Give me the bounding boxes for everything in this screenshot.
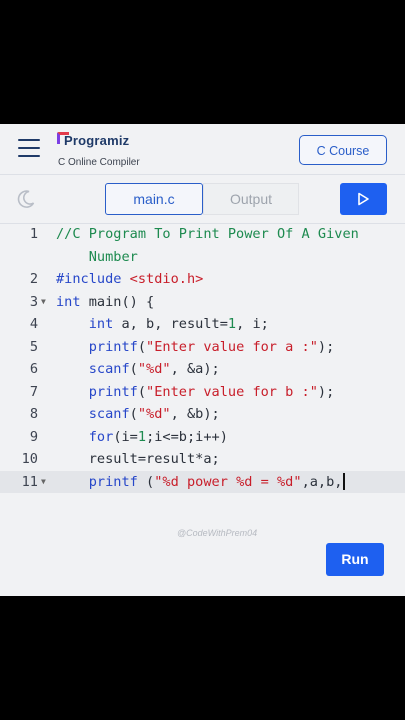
code-line[interactable]: 10 result=result*a; [0,448,405,471]
code-token: ( [137,383,147,400]
compiler-screen: Programiz C Online Compiler C Course mai… [0,124,405,596]
play-icon [358,192,369,206]
code-token: 1 [227,316,237,332]
code-text: printf ("%d power %d = %d",a,b, [56,471,345,494]
code-text: int a, b, result=1, i; [56,313,269,336]
code-token: ;i<=b;i++) [146,428,228,445]
code-text: printf("Enter value for a :"); [56,336,335,359]
code-text: Number [56,246,138,269]
code-token: int [88,316,114,332]
code-token: "%d" [137,361,171,377]
code-text: #include <stdio.h> [56,268,203,291]
code-token: ( [129,406,138,422]
line-number: 7 [29,383,38,400]
code-line[interactable]: 2 #include <stdio.h> [0,268,405,291]
code-text: for(i=1;i<=b;i++) [56,426,228,449]
app-header: Programiz C Online Compiler C Course [0,124,405,174]
line-number: 1 [29,226,38,242]
code-token: "Enter value for a :" [146,338,318,355]
text-cursor [343,473,345,490]
code-line[interactable]: 5 printf("Enter value for a :"); [0,336,405,359]
code-token: a, b, result= [113,316,228,332]
fold-arrow-icon[interactable]: ▼ [41,471,46,494]
line-number: 8 [29,406,38,422]
code-token: ); [317,383,335,400]
code-token: <stdio.h> [129,271,204,287]
code-token: "Enter value for b :" [146,383,318,400]
code-text: //C Program To Print Power Of A Given [56,223,359,246]
logo-mark-icon [57,132,69,144]
code-token: Number [56,248,138,265]
code-line[interactable]: 4 int a, b, result=1, i; [0,313,405,336]
code-token: ( [129,361,138,377]
code-token: for [88,428,114,445]
code-token: 1 [137,428,147,445]
code-token: scanf [88,361,130,377]
code-token: printf [88,383,138,400]
tab-main-c[interactable]: main.c [105,183,203,215]
code-token: ( [137,473,155,490]
code-token: ,a,b, [301,473,343,490]
code-token: "%d" [137,406,171,422]
moon-icon[interactable] [16,189,36,209]
code-line[interactable]: 7 printf("Enter value for b :"); [0,381,405,404]
brand-text: Programiz [64,133,130,148]
code-token: , i; [236,316,269,332]
code-line[interactable]: 9 for(i=1;i<=b;i++) [0,426,405,449]
code-line[interactable]: 6 scanf("%d", &a); [0,358,405,381]
brand-name: Programiz [57,132,140,148]
line-number: 3 [29,293,38,310]
fold-arrow-icon[interactable]: ▼ [41,291,46,314]
code-token: scanf [88,406,130,422]
code-line[interactable]: 11 ▼ printf ("%d power %d = %d",a,b, [0,470,405,494]
code-token: result=result*a; [56,451,220,467]
tab-output[interactable]: Output [203,183,299,215]
code-line[interactable]: Number [0,246,405,269]
watermark: @CodeWithPrem04 [177,528,258,538]
code-text: printf("Enter value for b :"); [56,381,335,404]
code-token: //C Program To Print Power Of A Given [56,226,359,242]
code-token: , &a); [170,361,220,377]
code-line[interactable]: 8 scanf("%d", &b); [0,403,405,426]
code-token: ); [317,338,335,355]
line-number: 10 [21,451,38,467]
line-number: 11 [21,473,38,490]
editor-toolbar: main.c Output [0,174,405,224]
code-line[interactable]: 1 //C Program To Print Power Of A Given [0,223,405,246]
code-token: #include [56,271,130,287]
code-token: int [56,293,81,310]
code-token: ( [137,338,147,355]
hamburger-menu-icon[interactable] [18,139,40,157]
c-course-button[interactable]: C Course [299,135,387,165]
code-line[interactable]: 3 ▼ int main() { [0,291,405,314]
run-button[interactable]: Run [326,543,384,576]
line-number: 5 [29,338,38,355]
code-token: printf [88,473,138,490]
app-subtitle: C Online Compiler [58,157,140,168]
code-text: scanf("%d", &b); [56,403,220,426]
line-number: 2 [29,271,38,287]
code-token: printf [88,338,138,355]
code-text: result=result*a; [56,448,220,471]
line-number: 6 [29,361,38,377]
run-icon-button[interactable] [340,183,387,215]
line-number: 9 [29,428,38,445]
code-token: (i= [113,428,138,445]
programiz-logo[interactable]: Programiz C Online Compiler [57,132,140,168]
code-token: main() { [80,293,155,310]
code-token: , &b); [170,406,220,422]
line-number: 4 [29,316,38,332]
code-text: int main() { [56,291,154,314]
code-editor[interactable]: 1 //C Program To Print Power Of A Given N… [0,223,405,493]
code-token: "%d power %d = %d" [154,473,302,490]
code-text: scanf("%d", &a); [56,358,220,381]
